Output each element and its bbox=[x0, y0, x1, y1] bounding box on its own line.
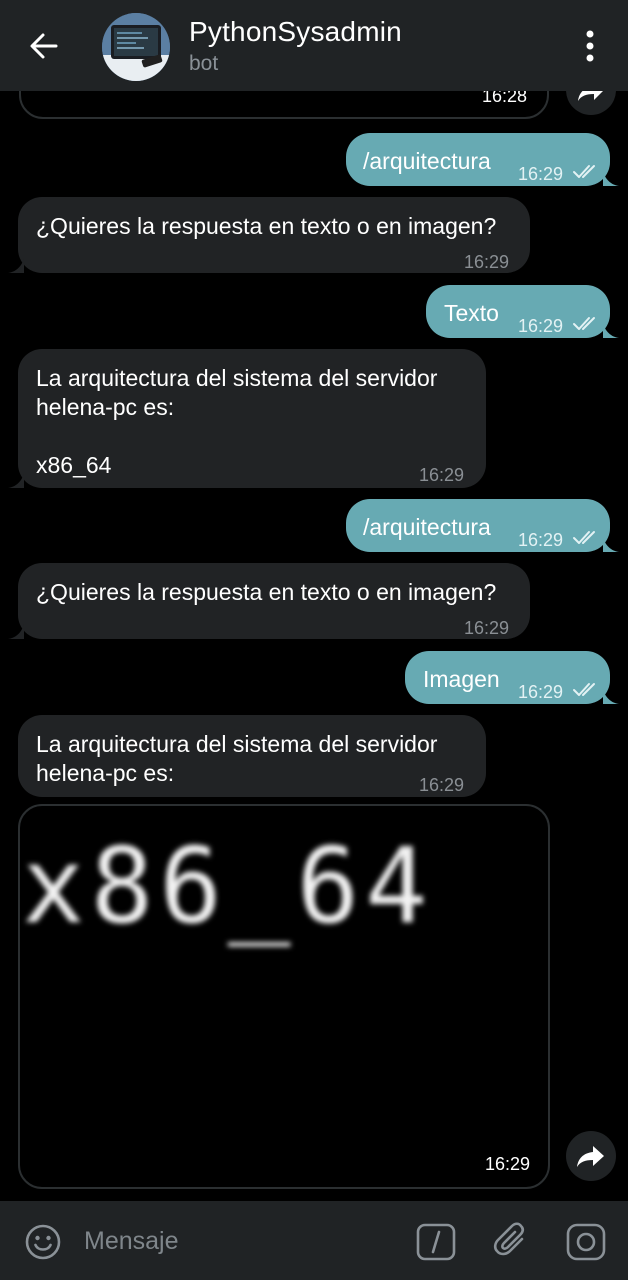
message-time: 16:29 bbox=[518, 164, 564, 184]
bubble-tail bbox=[8, 624, 24, 639]
message-text: Texto bbox=[444, 300, 499, 326]
bubble-tail bbox=[603, 537, 619, 552]
message-time: 16:29 bbox=[464, 252, 510, 272]
bubble-tail bbox=[8, 473, 24, 488]
message-time: 16:29 bbox=[518, 530, 564, 550]
camera-button[interactable] bbox=[566, 1223, 606, 1261]
message-text: ¿Quieres la respuesta en texto o en imag… bbox=[36, 213, 497, 239]
message-bubble-incoming[interactable]: La arquitectura del sistema del servidor… bbox=[18, 349, 486, 488]
message-bubble-incoming[interactable]: La arquitectura del sistema del servidor… bbox=[18, 715, 486, 797]
message-bubble-outgoing[interactable]: Imagen 16:29 bbox=[405, 651, 610, 704]
message-text: La arquitectura del sistema del servidor… bbox=[36, 731, 438, 786]
chat-header: PythonSysadmin bot bbox=[0, 0, 628, 91]
message-text: La arquitectura del sistema del servidor… bbox=[36, 365, 438, 478]
read-ticks-icon bbox=[573, 531, 595, 544]
attach-button[interactable] bbox=[492, 1221, 532, 1261]
message-input[interactable] bbox=[84, 1221, 394, 1261]
message-time: 16:29 bbox=[518, 316, 564, 336]
avatar-image bbox=[102, 13, 170, 81]
bubble-tail bbox=[603, 171, 619, 186]
emoji-button[interactable] bbox=[24, 1223, 62, 1261]
paperclip-icon bbox=[493, 1222, 525, 1256]
message-text: /arquitectura bbox=[363, 148, 491, 174]
share-button[interactable] bbox=[566, 91, 616, 115]
read-ticks-icon bbox=[573, 165, 595, 178]
message-time: 16:29 bbox=[419, 775, 465, 795]
camera-icon bbox=[566, 1223, 606, 1261]
forward-icon bbox=[578, 91, 603, 101]
chat-screen: PythonSysadmin bot 16:28 /arquitectura 1… bbox=[0, 0, 628, 1280]
image-content: x86_64 bbox=[22, 825, 434, 947]
message-time: 16:28 bbox=[481, 91, 527, 106]
message-time: 16:29 bbox=[484, 1154, 530, 1174]
emoji-icon bbox=[25, 1224, 61, 1260]
message-time: 16:29 bbox=[464, 618, 510, 638]
arrow-left-icon bbox=[30, 33, 58, 59]
message-input-bar bbox=[0, 1201, 628, 1280]
bubble-tail bbox=[8, 258, 24, 273]
chat-title[interactable]: PythonSysadmin bbox=[189, 16, 402, 48]
message-list[interactable]: 16:28 /arquitectura 16:29 ¿Quieres la re… bbox=[0, 91, 628, 1201]
message-bubble-previous[interactable]: 16:28 bbox=[19, 91, 549, 119]
image-message[interactable]: x86_64 16:29 bbox=[18, 804, 550, 1189]
read-ticks-icon bbox=[573, 317, 595, 330]
message-text: Imagen bbox=[423, 666, 500, 692]
command-button[interactable] bbox=[416, 1223, 456, 1261]
message-text: /arquitectura bbox=[363, 514, 491, 540]
message-bubble-outgoing[interactable]: Texto 16:29 bbox=[426, 285, 610, 338]
message-bubble-incoming[interactable]: ¿Quieres la respuesta en texto o en imag… bbox=[18, 197, 530, 273]
bubble-tail bbox=[603, 689, 619, 704]
message-bubble-outgoing[interactable]: /arquitectura 16:29 bbox=[346, 499, 610, 552]
more-vertical-icon bbox=[586, 30, 594, 62]
slash-command-icon bbox=[416, 1223, 456, 1261]
message-time: 16:29 bbox=[419, 465, 465, 485]
back-button[interactable] bbox=[24, 26, 64, 66]
forward-icon bbox=[577, 1146, 604, 1167]
menu-button[interactable] bbox=[576, 28, 604, 64]
message-text: ¿Quieres la respuesta en texto o en imag… bbox=[36, 579, 497, 605]
avatar[interactable] bbox=[102, 13, 170, 81]
message-time: 16:29 bbox=[518, 682, 564, 702]
message-bubble-outgoing[interactable]: /arquitectura 16:29 bbox=[346, 133, 610, 186]
message-bubble-incoming[interactable]: ¿Quieres la respuesta en texto o en imag… bbox=[18, 563, 530, 639]
chat-subtitle: bot bbox=[189, 52, 219, 75]
read-ticks-icon bbox=[573, 683, 595, 696]
bubble-tail bbox=[603, 323, 619, 338]
share-button[interactable] bbox=[566, 1131, 616, 1181]
